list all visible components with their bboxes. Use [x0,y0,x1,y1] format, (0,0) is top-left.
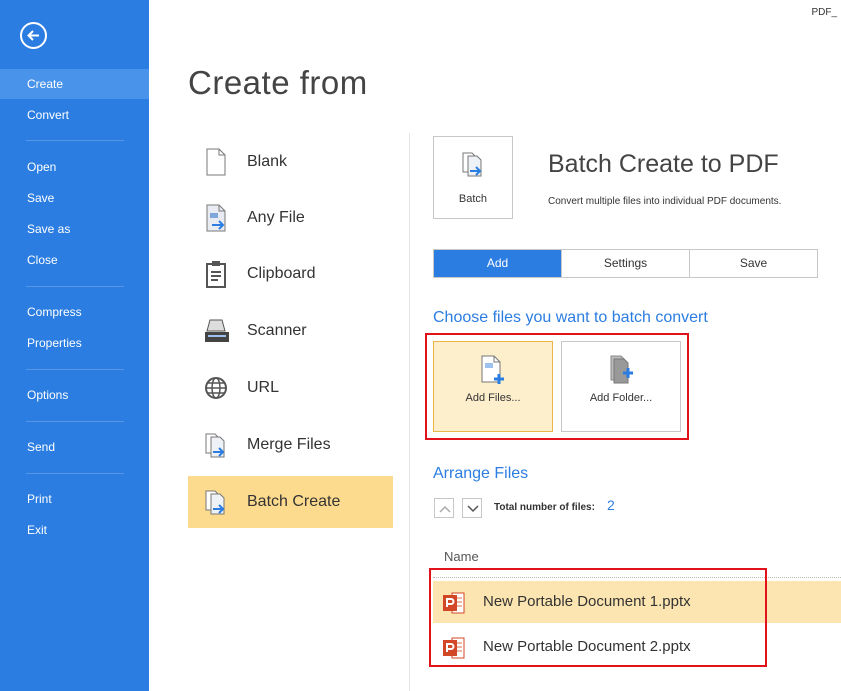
clipboard-icon [204,260,228,288]
arrange-files-heading: Arrange Files [433,465,529,482]
batch-tabs: Add Settings Save [433,249,818,278]
add-file-icon [479,354,507,391]
sidebar-item-properties[interactable]: Properties [0,328,149,358]
blank-page-icon [204,148,228,176]
sidebar-item-save-as[interactable]: Save as [0,214,149,244]
panel-divider [409,133,410,691]
batch-tile: Batch [433,136,513,219]
sidebar-item-convert[interactable]: Convert [0,100,149,130]
window-title-fragment: PDF_ [811,7,837,18]
panel-description: Convert multiple files into individual P… [548,196,782,207]
sidebar-divider [26,286,124,287]
batch-tile-label: Batch [458,193,488,205]
move-down-button[interactable] [462,498,482,518]
source-item-blank[interactable]: Blank [188,136,393,188]
scanner-icon [204,317,229,345]
page-title: Create from [188,64,368,101]
sidebar-item-send[interactable]: Send [0,432,149,462]
column-header-name[interactable]: Name [444,549,479,564]
sidebar: Create Convert Open Save Save as Close C… [0,0,149,691]
sidebar-item-compress[interactable]: Compress [0,297,149,327]
sidebar-item-print[interactable]: Print [0,484,149,514]
add-folder-icon [607,354,635,391]
panel-title: Batch Create to PDF [548,150,779,178]
sidebar-item-close[interactable]: Close [0,245,149,275]
sidebar-divider [26,140,124,141]
chevron-up-icon [439,505,451,513]
batch-icon [204,488,228,516]
sidebar-item-options[interactable]: Options [0,380,149,410]
chevron-down-icon [467,505,479,513]
sidebar-divider [26,473,124,474]
file-arrow-icon [204,204,228,232]
source-item-clipboard[interactable]: Clipboard [188,248,393,300]
tab-save[interactable]: Save [690,250,817,277]
add-folder-label: Add Folder... [589,392,653,404]
sidebar-item-exit[interactable]: Exit [0,515,149,545]
move-up-button[interactable] [434,498,454,518]
source-label: Any File [247,209,305,226]
source-item-scanner[interactable]: Scanner [188,305,393,357]
source-item-merge-files[interactable]: Merge Files [188,419,393,471]
source-item-batch-create[interactable]: Batch Create [188,476,393,528]
globe-icon [204,374,228,402]
source-item-any-file[interactable]: Any File [188,192,393,244]
tab-settings[interactable]: Settings [562,250,690,277]
add-files-button[interactable]: Add Files... [433,341,553,432]
back-arrow-icon[interactable] [20,22,47,49]
sidebar-item-open[interactable]: Open [0,152,149,182]
source-label: Scanner [247,322,307,339]
source-label: Clipboard [247,265,316,282]
total-files-label: Total number of files: [494,502,595,513]
source-label: Merge Files [247,436,331,453]
merge-files-icon [204,431,228,459]
total-files-count: 2 [607,497,615,513]
source-label: URL [247,379,280,396]
source-item-url[interactable]: URL [188,362,393,414]
sidebar-divider [26,369,124,370]
source-label: Blank [247,153,288,170]
sidebar-item-create[interactable]: Create [0,69,149,99]
batch-icon [461,150,485,185]
add-files-label: Add Files... [465,392,521,404]
source-label: Batch Create [247,493,341,510]
tab-add[interactable]: Add [434,250,562,277]
sidebar-item-save[interactable]: Save [0,183,149,213]
sidebar-divider [26,421,124,422]
highlight-box [429,568,767,667]
choose-files-heading: Choose files you want to batch convert [433,309,708,326]
add-folder-button[interactable]: Add Folder... [561,341,681,432]
